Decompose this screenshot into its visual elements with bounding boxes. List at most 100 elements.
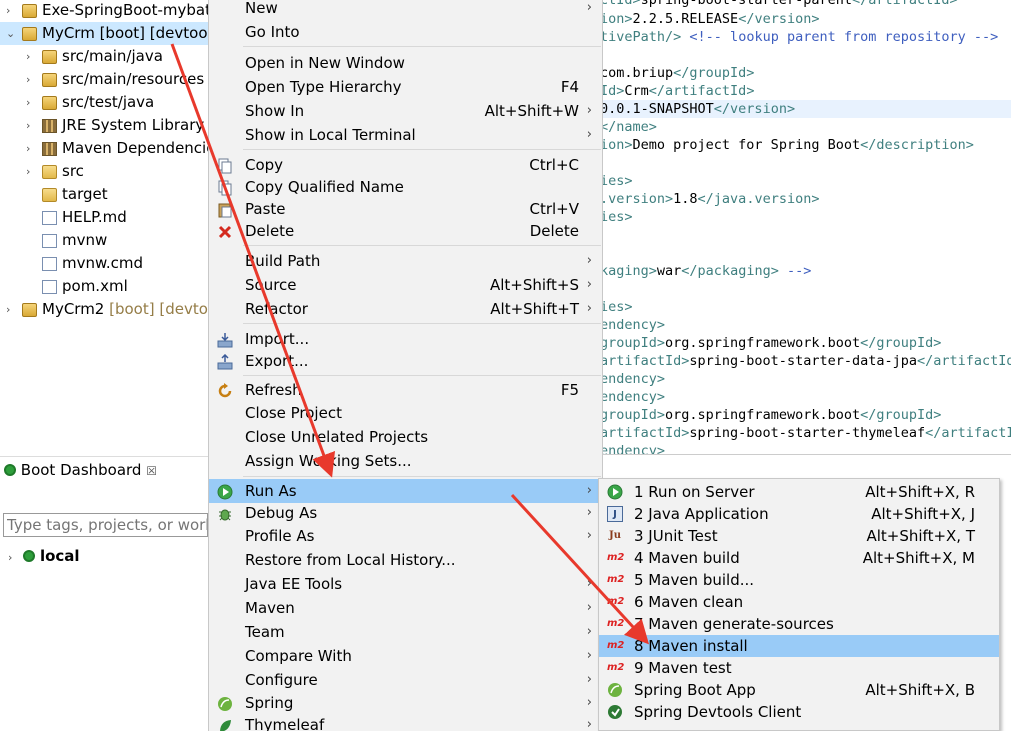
- menu-item-new[interactable]: New ›: [209, 0, 602, 20]
- menu-item-configure[interactable]: Configure ›: [209, 668, 602, 692]
- boot-dashboard-filter-input[interactable]: [3, 513, 208, 537]
- menu-item-build-path[interactable]: Build Path ›: [209, 249, 602, 273]
- submenu-item-7-maven-generate-sources[interactable]: m2 7 Maven generate-sources: [599, 613, 999, 635]
- submenu-item-8-maven-install[interactable]: m2 8 Maven install: [599, 635, 999, 657]
- tree-item-label: mvnw.cmd: [62, 254, 144, 272]
- editor-line[interactable]: ies>: [600, 298, 633, 316]
- menu-item-label: Close Unrelated Projects: [245, 428, 429, 446]
- menu-item-open-type-hierarchy[interactable]: Open Type Hierarchy F4: [209, 75, 602, 99]
- submenu-item-spring-boot-app[interactable]: Spring Boot App Alt+Shift+X, B: [599, 679, 999, 701]
- chevron-right-icon[interactable]: ›: [26, 68, 30, 91]
- tree-item[interactable]: ⌄ MyCrm [boot] [devtoo: [0, 22, 210, 45]
- menu-item-export[interactable]: Export...: [209, 349, 602, 373]
- menu-item-import[interactable]: Import...: [209, 327, 602, 351]
- editor-line[interactable]: tivePath/> <!-- lookup parent from repos…: [600, 28, 998, 46]
- submenu-item-4-maven-build[interactable]: m2 4 Maven build Alt+Shift+X, M: [599, 547, 999, 569]
- menu-item-delete[interactable]: Delete Delete: [209, 219, 602, 243]
- tree-item[interactable]: mvnw: [0, 229, 210, 252]
- editor-line[interactable]: artifactId>spring-boot-starter-thymeleaf…: [600, 424, 1011, 442]
- refresh-icon: [217, 382, 233, 398]
- menu-item-refresh[interactable]: Refresh F5: [209, 378, 602, 402]
- project-explorer-tree[interactable]: › Exe-SpringBoot-mybat ⌄ MyCrm [boot] [devt…: [0, 0, 210, 448]
- menu-item-copy[interactable]: Copy Ctrl+C: [209, 153, 602, 177]
- tree-item[interactable]: › Maven Dependencie: [0, 137, 210, 160]
- menu-item-debug-as[interactable]: Debug As ›: [209, 501, 602, 525]
- submenu-item-3-junit-test[interactable]: Ju 3 JUnit Test Alt+Shift+X, T: [599, 525, 999, 547]
- menu-item-go-into[interactable]: Go Into: [209, 20, 602, 44]
- submenu-item-5-maven-build[interactable]: m2 5 Maven build...: [599, 569, 999, 591]
- tree-item[interactable]: pom.xml: [0, 275, 210, 298]
- menu-item-java-ee-tools[interactable]: Java EE Tools ›: [209, 572, 602, 596]
- chevron-right-icon[interactable]: ›: [8, 551, 12, 564]
- chevron-right-icon[interactable]: ›: [26, 114, 30, 137]
- local-target-row[interactable]: › local: [8, 545, 80, 567]
- editor-line[interactable]: endency>: [600, 442, 665, 454]
- editor-line[interactable]: groupId>org.springframework.boot</groupI…: [600, 406, 941, 424]
- editor-line[interactable]: </name>: [600, 118, 657, 136]
- close-icon[interactable]: ☒: [146, 464, 157, 478]
- editor-line[interactable]: endency>: [600, 316, 665, 334]
- editor-line[interactable]: groupId>org.springframework.boot</groupI…: [600, 334, 941, 352]
- submenu-item-9-maven-test[interactable]: m2 9 Maven test: [599, 657, 999, 679]
- chevron-right-icon[interactable]: ›: [26, 91, 30, 114]
- tree-item-label: mvnw: [62, 231, 108, 249]
- chevron-down-icon[interactable]: ⌄: [6, 22, 15, 45]
- tree-item[interactable]: › MyCrm2 [boot] [devto: [0, 298, 210, 321]
- editor-line[interactable]: .version>1.8</java.version>: [600, 190, 819, 208]
- menu-item-open-in-new-window[interactable]: Open in New Window: [209, 51, 602, 75]
- tree-item[interactable]: mvnw.cmd: [0, 252, 210, 275]
- menu-item-team[interactable]: Team ›: [209, 620, 602, 644]
- menu-item-restore-from-local-history[interactable]: Restore from Local History...: [209, 548, 602, 572]
- menu-item-spring[interactable]: Spring ›: [209, 691, 602, 715]
- chevron-right-icon[interactable]: ›: [26, 45, 30, 68]
- tree-item[interactable]: › JRE System Library [: [0, 114, 210, 137]
- chevron-right-icon[interactable]: ›: [26, 160, 30, 183]
- editor-line[interactable]: ies>: [600, 172, 633, 190]
- editor-line[interactable]: ion>Demo project for Spring Boot</descri…: [600, 136, 974, 154]
- menu-item-label: Compare With: [245, 647, 352, 665]
- menu-item-source[interactable]: Source Alt+Shift+S ›: [209, 273, 602, 297]
- menu-item-close-unrelated-projects[interactable]: Close Unrelated Projects: [209, 425, 602, 449]
- tree-item[interactable]: target: [0, 183, 210, 206]
- editor-line[interactable]: kaging>war</packaging> -->: [600, 262, 811, 280]
- menu-item-assign-working-sets[interactable]: Assign Working Sets...: [209, 449, 602, 473]
- xml-editor[interactable]: ctId>spring-boot-starter-parent</artifac…: [540, 0, 1011, 455]
- submenu-item-spring-devtools-client[interactable]: Spring Devtools Client: [599, 701, 999, 723]
- submenu-item-2-java-application[interactable]: J 2 Java Application Alt+Shift+X, J: [599, 503, 999, 525]
- editor-line[interactable]: endency>: [600, 370, 665, 388]
- editor-line[interactable]: artifactId>spring-boot-starter-data-jpa<…: [600, 352, 1011, 370]
- menu-item-maven[interactable]: Maven ›: [209, 596, 602, 620]
- tree-item[interactable]: › src: [0, 160, 210, 183]
- tree-item[interactable]: › src/main/resources: [0, 68, 210, 91]
- tree-item[interactable]: › src/test/java: [0, 91, 210, 114]
- editor-line[interactable]: ies>: [600, 208, 633, 226]
- menu-item-refactor[interactable]: Refactor Alt+Shift+T ›: [209, 297, 602, 321]
- editor-line[interactable]: Id>Crm</artifactId>: [600, 82, 754, 100]
- menu-item-run-as[interactable]: Run As ›: [209, 479, 602, 503]
- chevron-right-icon[interactable]: ›: [6, 0, 10, 22]
- menu-item-profile-as[interactable]: Profile As ›: [209, 524, 602, 548]
- editor-line[interactable]: 0.0.1-SNAPSHOT</version>: [600, 100, 1011, 118]
- run-as-submenu: 1 Run on Server Alt+Shift+X, R J 2 Java App…: [598, 478, 1000, 731]
- menu-item-compare-with[interactable]: Compare With ›: [209, 644, 602, 668]
- tree-item[interactable]: › Exe-SpringBoot-mybat: [0, 0, 210, 22]
- editor-line[interactable]: ctId>spring-boot-starter-parent</artifac…: [600, 0, 958, 9]
- menu-item-copy-qualified-name[interactable]: Copy Qualified Name: [209, 175, 602, 199]
- tree-item[interactable]: HELP.md: [0, 206, 210, 229]
- editor-line[interactable]: endency>: [600, 388, 665, 406]
- editor-line[interactable]: com.briup</groupId>: [600, 64, 754, 82]
- chevron-right-icon[interactable]: ›: [6, 298, 10, 321]
- menu-item-thymeleaf[interactable]: Thymeleaf ›: [209, 713, 602, 731]
- submenu-item-1-run-on-server[interactable]: 1 Run on Server Alt+Shift+X, R: [599, 481, 999, 503]
- editor-line[interactable]: ion>2.2.5.RELEASE</version>: [600, 10, 819, 28]
- tree-item[interactable]: › src/main/java: [0, 45, 210, 68]
- submenu-item-6-maven-clean[interactable]: m2 6 Maven clean: [599, 591, 999, 613]
- menu-item-label: Close Project: [245, 404, 342, 422]
- chevron-right-icon[interactable]: ›: [26, 137, 30, 160]
- menu-item-show-in-local-terminal[interactable]: Show in Local Terminal ›: [209, 123, 602, 147]
- project-icon: [22, 27, 37, 41]
- menu-item-paste[interactable]: Paste Ctrl+V: [209, 197, 602, 221]
- boot-dashboard-tab[interactable]: Boot Dashboard ☒: [0, 457, 210, 483]
- menu-item-close-project[interactable]: Close Project: [209, 401, 602, 425]
- menu-item-show-in[interactable]: Show In Alt+Shift+W ›: [209, 99, 602, 123]
